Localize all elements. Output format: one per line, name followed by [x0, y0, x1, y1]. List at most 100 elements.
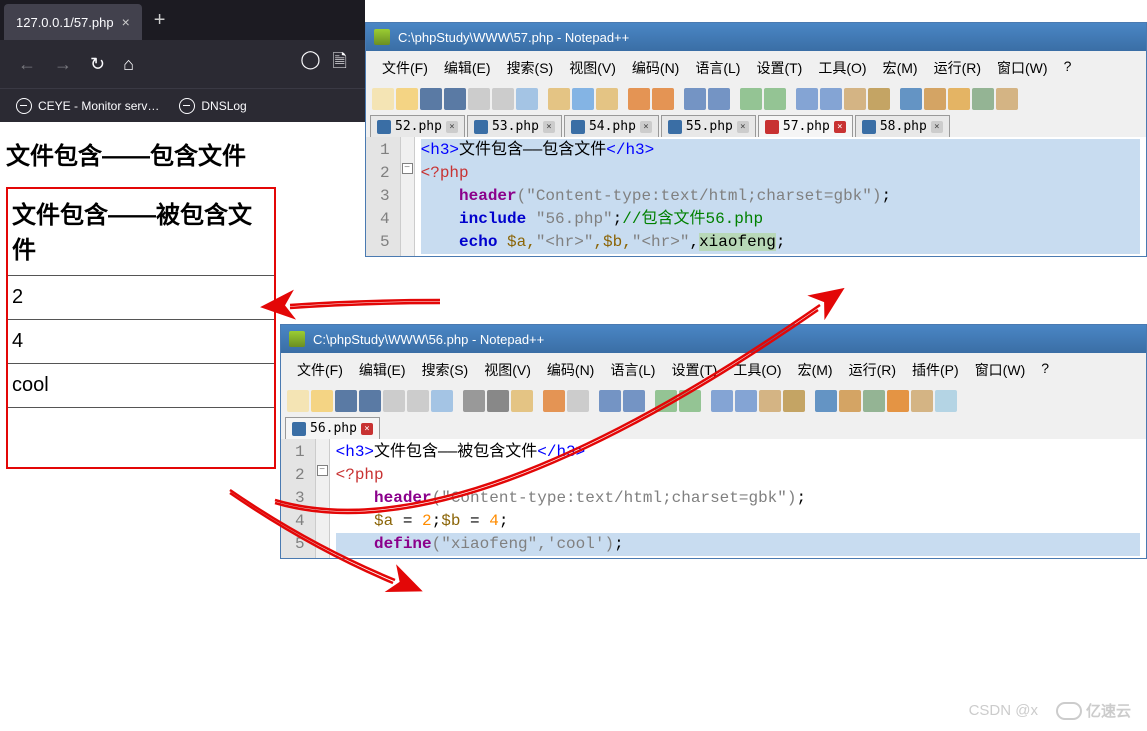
menu-language[interactable]: 语言(L)	[602, 357, 663, 383]
menu-search[interactable]: 搜索(S)	[414, 357, 477, 383]
home-icon[interactable]: ⌂	[123, 54, 134, 75]
redo-icon[interactable]	[652, 88, 674, 110]
zoom-out-icon[interactable]	[679, 390, 701, 412]
fold-toggle-icon[interactable]: −	[402, 163, 413, 174]
new-file-icon[interactable]	[287, 390, 309, 412]
fold-toggle-icon[interactable]: −	[317, 465, 328, 476]
wrap-icon[interactable]	[844, 88, 866, 110]
page-info-icon[interactable]: 🗎	[333, 49, 347, 79]
browser-tab[interactable]: 127.0.0.1/57.php ×	[4, 4, 142, 40]
zoom-out-icon[interactable]	[764, 88, 786, 110]
doc-map-icon[interactable]	[996, 88, 1018, 110]
find-icon[interactable]	[599, 390, 621, 412]
fold-icon[interactable]	[924, 88, 946, 110]
menu-edit[interactable]: 编辑(E)	[351, 357, 414, 383]
fold-margin[interactable]: −	[401, 137, 415, 256]
menu-help[interactable]: ?	[1056, 55, 1080, 81]
indent-icon[interactable]	[900, 88, 922, 110]
new-tab-button[interactable]: +	[154, 9, 166, 32]
find-icon[interactable]	[684, 88, 706, 110]
menu-help[interactable]: ?	[1033, 357, 1057, 383]
forward-icon[interactable]: →	[54, 54, 72, 75]
undo-icon[interactable]	[628, 88, 650, 110]
save-all-icon[interactable]	[359, 390, 381, 412]
menu-view[interactable]: 视图(V)	[476, 357, 539, 383]
close-tab-icon[interactable]: ×	[931, 121, 943, 133]
replace-icon[interactable]	[623, 390, 645, 412]
open-file-icon[interactable]	[311, 390, 333, 412]
open-file-icon[interactable]	[396, 88, 418, 110]
paste-icon[interactable]	[596, 88, 618, 110]
print-icon[interactable]	[431, 390, 453, 412]
copy-icon[interactable]	[572, 88, 594, 110]
menu-macro[interactable]: 宏(M)	[875, 55, 926, 81]
menu-macro[interactable]: 宏(M)	[790, 357, 841, 383]
close-tab-icon[interactable]: ×	[361, 423, 373, 435]
menu-run[interactable]: 运行(R)	[841, 357, 904, 383]
copy-icon[interactable]	[487, 390, 509, 412]
monitor-icon[interactable]	[935, 390, 957, 412]
shield-icon[interactable]: ◯	[300, 49, 320, 79]
menu-tools[interactable]: 工具(O)	[725, 357, 789, 383]
zoom-in-icon[interactable]	[740, 88, 762, 110]
code-area[interactable]: <h3>文件包含——被包含文件</h3><?php header("Conten…	[330, 439, 1146, 558]
close-file-icon[interactable]	[383, 390, 405, 412]
cut-icon[interactable]	[463, 390, 485, 412]
menu-window[interactable]: 窗口(W)	[989, 55, 1056, 81]
menu-encoding[interactable]: 编码(N)	[539, 357, 602, 383]
close-tab-icon[interactable]: ×	[446, 121, 458, 133]
menu-view[interactable]: 视图(V)	[561, 55, 624, 81]
func-list-icon[interactable]	[863, 390, 885, 412]
save-all-icon[interactable]	[444, 88, 466, 110]
func-list-icon[interactable]	[972, 88, 994, 110]
undo-icon[interactable]	[543, 390, 565, 412]
menu-run[interactable]: 运行(R)	[926, 55, 989, 81]
menu-plugins[interactable]: 插件(P)	[904, 357, 967, 383]
code-editor[interactable]: 12345 − <h3>文件包含——包含文件</h3><?php header(…	[366, 137, 1146, 256]
close-tab-icon[interactable]: ×	[543, 121, 555, 133]
redo-icon[interactable]	[567, 390, 589, 412]
doc-tab[interactable]: 55.php×	[661, 115, 756, 137]
menu-encoding[interactable]: 编码(N)	[624, 55, 687, 81]
doc-tab[interactable]: 53.php×	[467, 115, 562, 137]
reload-icon[interactable]: ↻	[90, 54, 105, 75]
code-area[interactable]: <h3>文件包含——包含文件</h3><?php header("Content…	[415, 137, 1146, 256]
menu-settings[interactable]: 设置(T)	[663, 357, 725, 383]
code-editor[interactable]: 12345 − <h3>文件包含——被包含文件</h3><?php header…	[281, 439, 1146, 558]
sync-v-icon[interactable]	[796, 88, 818, 110]
menu-tools[interactable]: 工具(O)	[810, 55, 874, 81]
new-file-icon[interactable]	[372, 88, 394, 110]
close-icon[interactable]: ×	[122, 14, 130, 30]
save-icon[interactable]	[420, 88, 442, 110]
close-tab-icon[interactable]: ×	[737, 121, 749, 133]
doc-tab[interactable]: 54.php×	[564, 115, 659, 137]
fold-icon[interactable]	[839, 390, 861, 412]
menu-file[interactable]: 文件(F)	[374, 55, 436, 81]
paste-icon[interactable]	[511, 390, 533, 412]
show-all-icon[interactable]	[783, 390, 805, 412]
menu-edit[interactable]: 编辑(E)	[436, 55, 499, 81]
menu-file[interactable]: 文件(F)	[289, 357, 351, 383]
doc-tab-active[interactable]: 56.php×	[285, 417, 380, 439]
cut-icon[interactable]	[548, 88, 570, 110]
doc-tab[interactable]: 58.php×	[855, 115, 950, 137]
menu-window[interactable]: 窗口(W)	[967, 357, 1034, 383]
zoom-in-icon[interactable]	[655, 390, 677, 412]
doc-tab[interactable]: 52.php×	[370, 115, 465, 137]
print-icon[interactable]	[516, 88, 538, 110]
close-file-icon[interactable]	[468, 88, 490, 110]
wrap-icon[interactable]	[759, 390, 781, 412]
close-all-icon[interactable]	[492, 88, 514, 110]
unfold-icon[interactable]	[948, 88, 970, 110]
back-icon[interactable]: ←	[18, 54, 36, 75]
doc-tab-active[interactable]: 57.php×	[758, 115, 853, 137]
save-icon[interactable]	[335, 390, 357, 412]
doc-map-icon[interactable]	[887, 390, 909, 412]
close-tab-icon[interactable]: ×	[640, 121, 652, 133]
indent-icon[interactable]	[815, 390, 837, 412]
fold-margin[interactable]: −	[316, 439, 330, 558]
bookmark-item[interactable]: CEYE - Monitor serv…	[16, 98, 159, 114]
menu-settings[interactable]: 设置(T)	[748, 55, 810, 81]
close-tab-icon[interactable]: ×	[834, 121, 846, 133]
sync-h-icon[interactable]	[735, 390, 757, 412]
